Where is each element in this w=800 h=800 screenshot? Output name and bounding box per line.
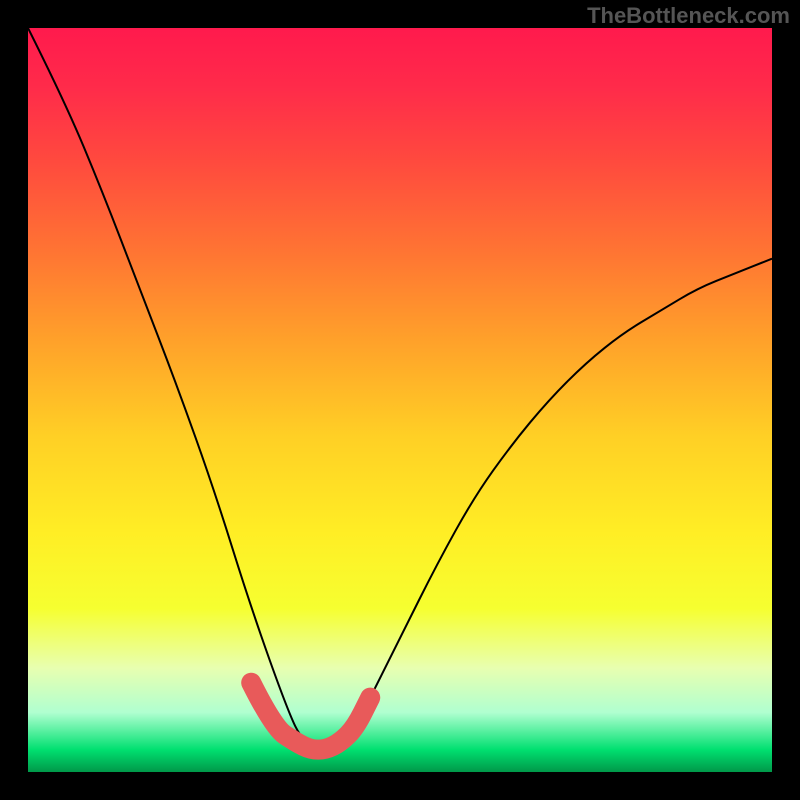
optimal-zone-highlight (251, 683, 370, 750)
bottleneck-curve (28, 28, 772, 748)
chart-frame: TheBottleneck.com (0, 0, 800, 800)
brand-watermark: TheBottleneck.com (587, 3, 790, 29)
chart-svg (28, 28, 772, 772)
